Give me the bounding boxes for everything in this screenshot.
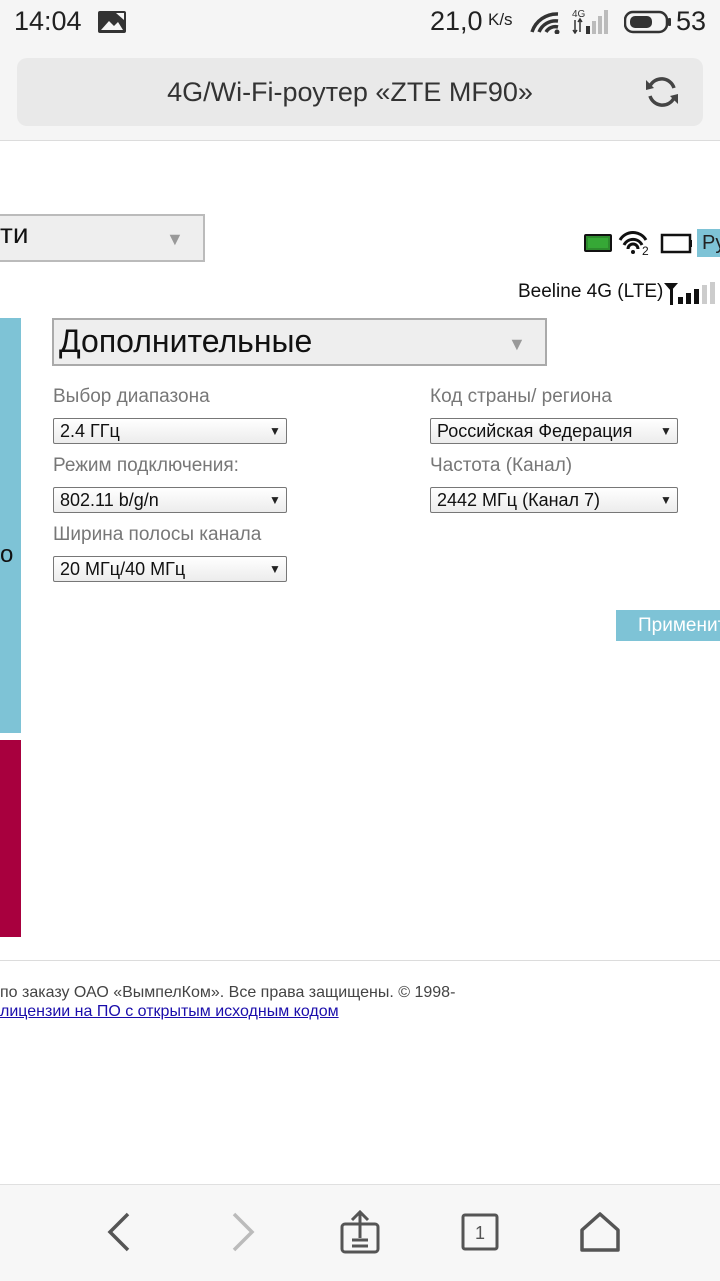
channel-select[interactable]: 2442 МГц (Канал 7) [430, 487, 678, 513]
home-icon[interactable] [578, 1210, 622, 1254]
footer-divider [0, 960, 720, 961]
section-select-value: Дополнительные [59, 323, 313, 359]
menu-select-value: ти [0, 218, 29, 249]
status-time: 14:04 [14, 6, 82, 36]
network-speed: 21,0 [430, 6, 483, 36]
band-select-value: 2.4 ГГц [60, 421, 120, 441]
battery-icon [624, 10, 671, 34]
tabs-icon[interactable]: 1 [458, 1210, 502, 1254]
chevron-down-icon: ▼ [660, 493, 672, 507]
bandwidth-select[interactable]: 20 МГц/40 МГц [53, 556, 287, 582]
chevron-down-icon: ▼ [269, 562, 281, 576]
chevron-down-icon: ▼ [269, 493, 281, 507]
chevron-down-icon: ▼ [660, 424, 672, 438]
bandwidth-select-value: 20 МГц/40 МГц [60, 559, 186, 579]
channel-label: Частота (Канал) [430, 455, 573, 476]
image-notification-icon [98, 11, 126, 33]
sidebar-panel-red[interactable] [0, 740, 21, 937]
country-label: Код страны/ региона [430, 386, 612, 407]
tab-count: 1 [475, 1223, 485, 1243]
sidebar-panel-label: о [0, 541, 14, 568]
wifi-clients-count: 2 [642, 244, 649, 256]
battery-percent: 53 [676, 6, 707, 36]
battery-icon [660, 233, 692, 254]
chevron-down-icon: ▼ [166, 229, 184, 249]
sidebar-panel[interactable] [0, 318, 21, 733]
apply-button[interactable]: Применить [616, 610, 720, 641]
band-select[interactable]: 2.4 ГГц [53, 418, 287, 444]
country-select[interactable]: Российская Федерация [430, 418, 678, 444]
mode-select[interactable]: 802.11 b/g/n [53, 487, 287, 513]
share-icon[interactable] [338, 1210, 382, 1254]
cell-signal-icon: 4G [572, 9, 608, 34]
network-speed-unit: K/s [488, 10, 513, 29]
mode-label: Режим подключения: [53, 455, 239, 476]
network-type: 4G [572, 9, 586, 20]
mode-select-value: 802.11 b/g/n [60, 490, 159, 510]
bandwidth-label: Ширина полосы канала [53, 524, 262, 545]
forward-icon[interactable] [220, 1210, 264, 1254]
chevron-down-icon: ▼ [508, 334, 526, 354]
license-link[interactable]: лицензии на ПО с открытым исходным кодом [0, 1003, 339, 1021]
back-icon[interactable] [98, 1210, 142, 1254]
signal-strength-icon [664, 282, 715, 305]
sim-icon [584, 234, 612, 252]
country-select-value: Российская Федерация [437, 421, 633, 441]
page-title[interactable]: 4G/Wi-Fi-роутер «ZTE MF90» [17, 58, 703, 126]
operator-name: Beeline 4G (LTE) [518, 281, 664, 302]
language-button[interactable]: Ру [697, 229, 720, 257]
footer-copyright: по заказу ОАО «ВымпелКом». Все права защ… [0, 984, 456, 1001]
band-label: Выбор диапазона [53, 386, 210, 407]
reload-icon[interactable] [644, 74, 680, 110]
channel-select-value: 2442 МГц (Канал 7) [437, 490, 601, 510]
wifi-icon [530, 12, 560, 34]
chevron-down-icon: ▼ [269, 424, 281, 438]
